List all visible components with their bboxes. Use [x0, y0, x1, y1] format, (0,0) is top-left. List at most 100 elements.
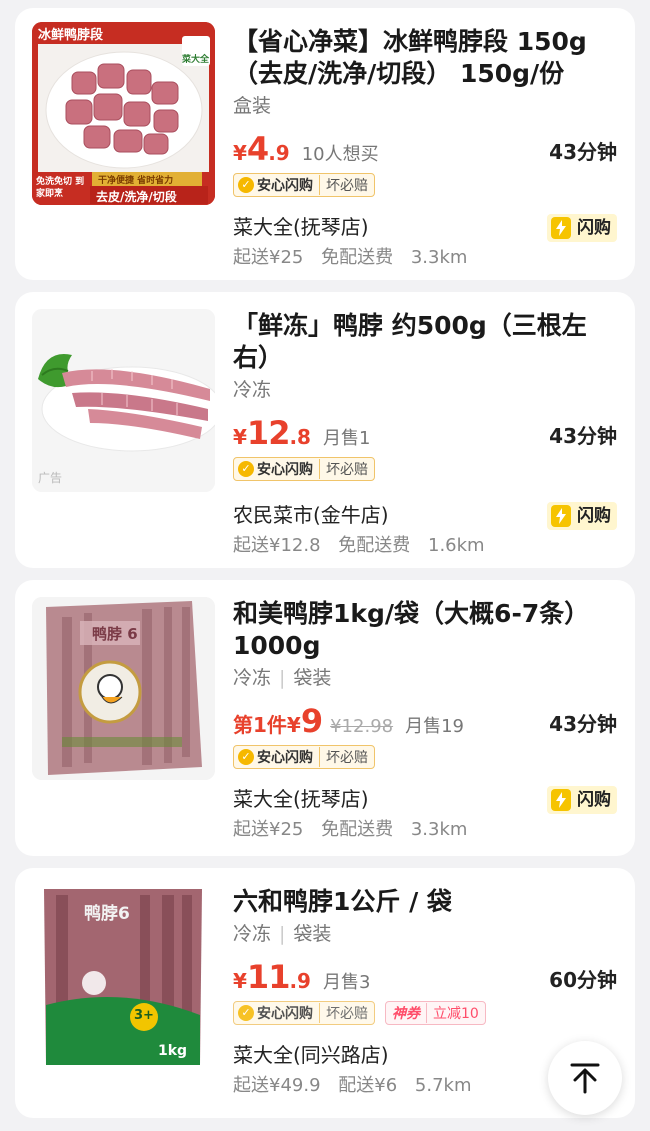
spec-label: 冷冻: [233, 923, 272, 945]
spec-divider: |: [279, 667, 286, 689]
product-spec: 盒装: [233, 92, 617, 120]
store-name[interactable]: 菜大全(同兴路店): [233, 1043, 389, 1067]
bag-weight-text: 1kg: [158, 1043, 188, 1059]
spec-label: 冷冻: [233, 667, 272, 689]
product-card-4[interactable]: 鸭脖6 3+ 1kg 六和鸭脖1公斤 / 袋 冷冻 | 袋装 ¥ 11 .9 月售3…: [15, 868, 635, 1118]
price-row: ¥ 4 .9 10人想买 43分钟: [233, 130, 617, 172]
safe-badge-label: 安心闪购: [257, 1003, 320, 1023]
distance: 5.7km: [414, 1075, 472, 1096]
bag-label-text: 鸭脖 6: [92, 625, 138, 643]
spec-divider: |: [279, 923, 286, 945]
price-row: ¥ 12 .8 月售1 43分钟: [233, 414, 617, 456]
safe-badge-label: 安心闪购: [257, 747, 320, 767]
flash-sale-label: 闪购: [577, 506, 611, 526]
safe-purchase-badge: ✓ 安心闪购 坏必赔: [233, 457, 375, 481]
sales-count: 10人想买: [301, 144, 379, 165]
delivery-eta: 43分钟: [549, 140, 617, 164]
store-name[interactable]: 菜大全(抚琴店): [233, 787, 369, 811]
arrow-up-icon: [570, 1063, 600, 1094]
check-icon: ✓: [238, 461, 254, 477]
price-integer: 9: [300, 702, 323, 740]
delivery-info: 起送¥12.8 免配送费 1.6km: [233, 532, 617, 560]
min-order: 起送¥25: [233, 247, 304, 268]
coupon-badge: 神券 立减10: [385, 1001, 486, 1025]
check-icon: ✓: [238, 177, 254, 193]
safe-purchase-badge: ✓ 安心闪购 坏必赔: [233, 1001, 375, 1025]
lightning-bag-icon: [551, 505, 571, 527]
delivery-info: 起送¥25 免配送费 3.3km: [233, 816, 617, 844]
duck-neck-whole-image: [32, 309, 215, 492]
safe-badge-sub: 坏必赔: [326, 1006, 368, 1022]
product-card-3[interactable]: 鸭脖 6 和美鸭脖1kg/袋（大概6-7条） 1000g 冷冻 | 袋装 第1件 ¥…: [15, 580, 635, 856]
store-row[interactable]: 菜大全(抚琴店) 闪购: [233, 784, 617, 814]
product-title[interactable]: 和美鸭脖1kg/袋（大概6-7条） 1000g: [233, 598, 617, 662]
delivery-fee: 免配送费: [338, 535, 411, 556]
delivery-info: 起送¥25 免配送费 3.3km: [233, 244, 617, 272]
price-integer: 11: [246, 958, 291, 996]
bag-label-text: 鸭脖6: [84, 904, 130, 924]
sales-count: 月售3: [322, 972, 371, 993]
product-spec: 冷冻 | 袋装: [233, 920, 617, 948]
store-row[interactable]: 农民菜市(金牛店) 闪购: [233, 500, 617, 530]
ad-label: 广告: [38, 471, 63, 485]
safe-purchase-badge: ✓ 安心闪购 坏必赔: [233, 745, 375, 769]
delivery-fee: 免配送费: [321, 819, 394, 840]
safe-badge-sub: 坏必赔: [326, 462, 368, 478]
bag-badge-text: 3+: [134, 1008, 154, 1023]
safe-purchase-badge: ✓ 安心闪购 坏必赔: [233, 173, 375, 197]
flash-sale-badge: 闪购: [547, 214, 617, 242]
safe-badge-sub: 坏必赔: [326, 750, 368, 766]
badge-row: ✓ 安心闪购 坏必赔: [233, 744, 617, 770]
currency-symbol: ¥: [233, 141, 247, 165]
product-image-4[interactable]: 鸭脖6 3+ 1kg: [32, 885, 215, 1068]
distance: 3.3km: [410, 819, 468, 840]
product-card-2[interactable]: 广告 「鲜冻」鸭脖 约500g（三根左 右） 冷冻 ¥ 12 .8 月售1 43…: [15, 292, 635, 568]
coupon-text: 立减10: [433, 1006, 479, 1022]
original-price: ¥12.98: [330, 716, 394, 737]
image-brand-logo: 菜大全: [181, 55, 209, 65]
safe-badge-label: 安心闪购: [257, 175, 320, 195]
product-spec: 冷冻: [233, 376, 617, 404]
min-order: 起送¥25: [233, 819, 304, 840]
currency-symbol: ¥: [286, 713, 301, 737]
product-image-2[interactable]: 广告: [32, 309, 215, 492]
flash-sale-badge: 闪购: [547, 502, 617, 530]
safe-badge-label: 安心闪购: [257, 459, 320, 479]
distance: 1.6km: [428, 535, 485, 556]
price-decimal: .9: [289, 969, 311, 993]
product-card-1[interactable]: 冰鲜鸭脖段 菜大全 干净便捷 省时省力 去皮/洗净/切段 免洗免切 到家即烹 【…: [15, 8, 635, 280]
scroll-to-top-button[interactable]: [548, 1041, 622, 1115]
flash-sale-badge: 闪购: [547, 786, 617, 814]
currency-symbol: ¥: [233, 969, 247, 993]
lightning-bag-icon: [551, 789, 571, 811]
badge-row: ✓ 安心闪购 坏必赔: [233, 456, 617, 482]
spec-label: 冷冻: [233, 379, 272, 401]
spec-label: 袋装: [293, 923, 332, 945]
delivery-eta: 60分钟: [549, 968, 617, 992]
delivery-fee: 免配送费: [321, 247, 394, 268]
product-title[interactable]: 「鲜冻」鸭脖 约500g（三根左 右）: [233, 310, 617, 374]
product-spec: 冷冻 | 袋装: [233, 664, 617, 692]
price-integer: 4: [246, 130, 269, 168]
min-order: 起送¥49.9: [233, 1075, 321, 1096]
safe-badge-sub: 坏必赔: [326, 178, 368, 194]
store-name[interactable]: 农民菜市(金牛店): [233, 503, 389, 527]
delivery-eta: 43分钟: [549, 712, 617, 736]
store-name[interactable]: 菜大全(抚琴店): [233, 215, 369, 239]
coupon-tag: 神券: [386, 1003, 427, 1023]
delivery-eta: 43分钟: [549, 424, 617, 448]
product-title[interactable]: 六和鸭脖1公斤 / 袋: [233, 886, 617, 918]
sales-count: 月售1: [322, 428, 371, 449]
store-row[interactable]: 菜大全(抚琴店) 闪购: [233, 212, 617, 242]
price-decimal: .8: [289, 425, 311, 449]
product-image-1[interactable]: 冰鲜鸭脖段 菜大全 干净便捷 省时省力 去皮/洗净/切段 免洗免切 到家即烹: [32, 22, 215, 205]
lightning-bag-icon: [551, 217, 571, 239]
price-row: 第1件 ¥ 9 ¥12.98 月售19 43分钟: [233, 702, 617, 744]
flash-sale-label: 闪购: [577, 790, 611, 810]
delivery-fee: 配送¥6: [338, 1075, 398, 1096]
badge-row: ✓ 安心闪购 坏必赔: [233, 172, 617, 198]
product-image-3[interactable]: 鸭脖 6: [32, 597, 215, 780]
price-integer: 12: [246, 414, 291, 452]
sales-count: 月售19: [405, 716, 464, 737]
product-title[interactable]: 【省心净菜】冰鲜鸭脖段 150g （去皮/洗净/切段） 150g/份: [233, 26, 617, 90]
